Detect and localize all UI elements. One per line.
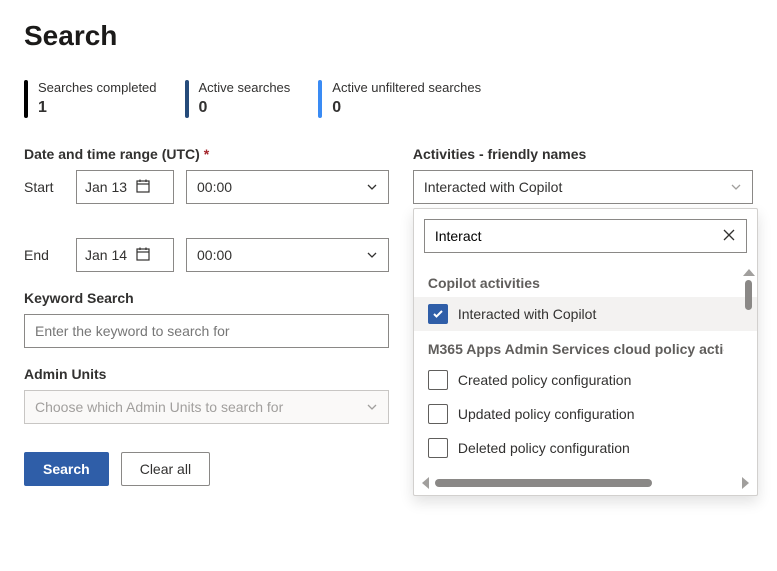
close-icon [722, 228, 736, 245]
checkbox-unchecked[interactable] [428, 438, 448, 458]
end-label: End [24, 247, 64, 263]
checkbox-unchecked[interactable] [428, 370, 448, 390]
stat-completed: Searches completed 1 [24, 80, 157, 118]
activities-selected-value: Interacted with Copilot [424, 179, 563, 195]
clear-filter-button[interactable] [717, 224, 741, 248]
admin-units-label: Admin Units [24, 366, 389, 382]
activity-option[interactable]: Updated policy configuration [414, 397, 757, 431]
activity-group-header: M365 Apps Admin Services cloud policy ac… [414, 331, 724, 363]
activities-filter-input[interactable] [424, 219, 747, 253]
checkbox-unchecked[interactable] [428, 404, 448, 424]
stat-indicator [185, 80, 189, 118]
start-date-value: Jan 13 [85, 179, 127, 195]
activity-option[interactable]: Created policy configuration [414, 363, 757, 397]
stat-indicator [24, 80, 28, 118]
end-time-value: 00:00 [197, 247, 232, 263]
stat-value: 0 [332, 99, 481, 117]
admin-units-placeholder: Choose which Admin Units to search for [35, 399, 283, 415]
activity-option-label: Deleted policy configuration [458, 440, 630, 456]
start-date-picker[interactable]: Jan 13 [76, 170, 174, 204]
end-date-value: Jan 14 [85, 247, 127, 263]
end-date-picker[interactable]: Jan 14 [76, 238, 174, 272]
date-range-label: Date and time range (UTC) * [24, 146, 389, 162]
calendar-icon [135, 178, 151, 197]
scroll-left-icon [422, 477, 429, 489]
stat-label: Active searches [199, 80, 291, 97]
activity-option-label: Created policy configuration [458, 372, 632, 388]
stat-active: Active searches 0 [185, 80, 291, 118]
keyword-input[interactable] [24, 314, 389, 348]
activity-option[interactable]: Deleted policy configuration [414, 431, 757, 465]
stat-label: Searches completed [38, 80, 157, 97]
stat-indicator [318, 80, 322, 118]
keyword-label: Keyword Search [24, 290, 389, 306]
horizontal-scrollbar[interactable] [414, 473, 757, 495]
chevron-down-icon [366, 401, 378, 413]
start-time-select[interactable]: 00:00 [186, 170, 389, 204]
activities-dropdown: Copilot activities Interacted with Copil… [413, 208, 758, 496]
activity-group-header: Copilot activities [414, 265, 757, 297]
required-asterisk: * [204, 146, 209, 162]
scroll-thumb[interactable] [745, 280, 752, 310]
clear-all-button[interactable]: Clear all [121, 452, 210, 486]
chevron-down-icon [730, 181, 742, 193]
stat-value: 0 [199, 99, 291, 117]
chevron-down-icon [366, 181, 378, 193]
activities-select[interactable]: Interacted with Copilot [413, 170, 753, 204]
checkbox-checked[interactable] [428, 304, 448, 324]
scroll-right-icon [742, 477, 749, 489]
activity-option-label: Interacted with Copilot [458, 306, 597, 322]
vertical-scrollbar[interactable] [743, 269, 755, 473]
chevron-down-icon [366, 249, 378, 261]
scroll-thumb[interactable] [435, 479, 652, 487]
stat-label: Active unfiltered searches [332, 80, 481, 97]
start-label: Start [24, 179, 64, 195]
search-button[interactable]: Search [24, 452, 109, 486]
stat-unfiltered: Active unfiltered searches 0 [318, 80, 481, 118]
stat-value: 1 [38, 99, 157, 117]
scroll-up-icon [743, 269, 755, 276]
activity-option-label: Updated policy configuration [458, 406, 635, 422]
search-stats: Searches completed 1 Active searches 0 A… [24, 80, 753, 118]
page-title: Search [24, 20, 753, 52]
activities-label: Activities - friendly names [413, 146, 753, 162]
activity-option[interactable]: Interacted with Copilot [414, 297, 757, 331]
admin-units-select[interactable]: Choose which Admin Units to search for [24, 390, 389, 424]
start-time-value: 00:00 [197, 179, 232, 195]
end-time-select[interactable]: 00:00 [186, 238, 389, 272]
calendar-icon [135, 246, 151, 265]
